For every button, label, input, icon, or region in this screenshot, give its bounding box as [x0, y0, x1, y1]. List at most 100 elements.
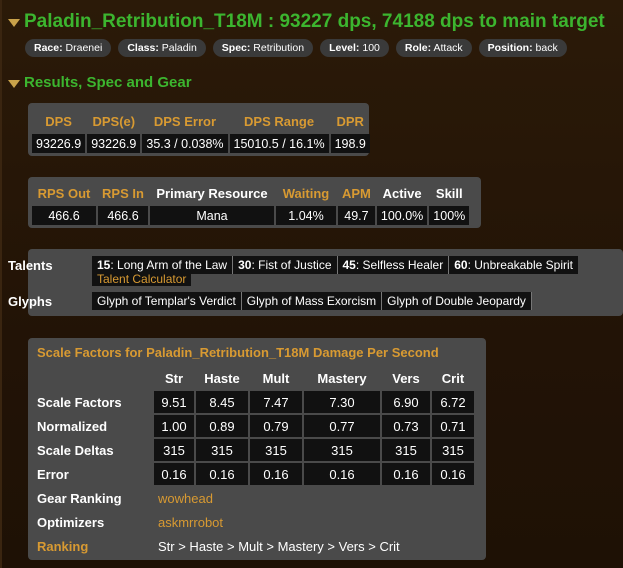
sf-cell: 0.73: [382, 415, 430, 437]
collapse-triangle-icon[interactable]: [8, 19, 20, 27]
sf-cell: 6.90: [382, 391, 430, 413]
skill-value: 100%: [429, 206, 470, 225]
sf-cell: 315: [250, 439, 302, 461]
primary-resource-header: Primary Resource: [156, 185, 268, 201]
glyph-item[interactable]: Glyph of Mass Exorcism: [242, 292, 383, 310]
talent-name: : Selfless Healer: [355, 258, 444, 272]
dps-table: DPS DPS(e) DPS Error DPS Range DPR 93226…: [30, 108, 372, 155]
sf-cell: 0.16: [382, 463, 430, 485]
apm-header: APM: [342, 185, 371, 201]
skill-header: Skill: [435, 185, 463, 201]
param-position: Position: back: [478, 39, 567, 57]
rps-out-header: RPS Out: [37, 185, 91, 201]
talent-60[interactable]: 60: Unbreakable Spirit: [449, 256, 578, 274]
talent-name: : Unbreakable Spirit: [467, 258, 573, 272]
talent-tier: 30: [238, 258, 252, 272]
askmrrobot-link[interactable]: askmrrobot: [154, 511, 474, 533]
sf-cell: 315: [196, 439, 248, 461]
sf-cell: 0.16: [250, 463, 302, 485]
sf-header-row: Str Haste Mult Mastery Vers Crit: [32, 367, 474, 389]
param-key: Role:: [404, 42, 432, 54]
rps-out-value: 466.6: [32, 206, 96, 225]
talent-tier: 45: [342, 258, 356, 272]
sf-cell: 315: [304, 439, 380, 461]
param-key: Class:: [127, 42, 159, 54]
param-level: Level: 100: [320, 39, 389, 57]
gear-ranking-label: Gear Ranking: [37, 490, 122, 506]
talents-label: Talents: [8, 258, 53, 273]
sf-cell: 0.89: [196, 415, 248, 437]
sf-cell: 0.77: [304, 415, 380, 437]
param-value: Retribution: [253, 42, 305, 54]
glyphs-label: Glyphs: [8, 294, 53, 309]
param-value: 100: [362, 42, 380, 54]
collapse-triangle-icon[interactable]: [8, 79, 20, 88]
talent-30[interactable]: 30: Fist of Justice: [233, 256, 338, 274]
dps-error-header: DPS Error: [153, 113, 217, 129]
glyph-item[interactable]: Glyph of Templar's Verdict: [92, 292, 242, 310]
param-value: back: [535, 42, 558, 54]
dpr-value: 198.9: [330, 134, 370, 153]
param-spec: Spec: Retribution: [212, 39, 314, 57]
sf-cell: 0.16: [432, 463, 474, 485]
sf-col-mult: Mult: [262, 370, 290, 386]
sf-row-scale-factors: Scale Factors 9.51 8.45 7.47 7.30 6.90 6…: [32, 391, 474, 413]
sf-row-ranking: Ranking Str > Haste > Mult > Mastery > V…: [32, 535, 474, 557]
section-results-text[interactable]: Results, Spec and Gear: [24, 74, 192, 91]
section-results-title[interactable]: Results, Spec and Gear: [8, 74, 192, 91]
rps-in-header: RPS In: [102, 185, 144, 201]
sf-col-vers: Vers: [392, 370, 420, 386]
dpse-header: DPS(e): [92, 113, 136, 129]
sf-row-optimizers: Optimizers askmrrobot: [32, 511, 474, 533]
param-value: Attack: [433, 42, 463, 54]
param-class: Class: Paladin: [118, 39, 206, 57]
apm-value: 49.7: [338, 206, 375, 225]
sf-cell: 315: [432, 439, 474, 461]
resource-table-panel: RPS Out RPS In Primary Resource Waiting …: [28, 177, 481, 228]
sf-cell: 7.47: [250, 391, 302, 413]
sf-corner: [32, 367, 152, 389]
glyphs-row: Glyph of Templar's Verdict Glyph of Mass…: [92, 292, 532, 310]
active-header: Active: [382, 185, 422, 201]
ranking-value: Str > Haste > Mult > Mastery > Vers > Cr…: [158, 538, 400, 554]
talent-calculator-link[interactable]: Talent Calculator: [92, 272, 192, 286]
sf-row-label: Normalized: [37, 418, 108, 434]
sf-row-label: Scale Factors: [37, 394, 122, 410]
param-role: Role: Attack: [395, 39, 472, 57]
dps-range-value: 15010.5 / 16.1%: [229, 134, 329, 153]
scale-factors-title: Scale Factors for Paladin_Retribution_T1…: [37, 345, 439, 360]
player-title-text[interactable]: Paladin_Retribution_T18M : 93227 dps, 74…: [24, 11, 605, 33]
sf-col-str: Str: [164, 370, 184, 386]
talent-name: : Long Arm of the Law: [110, 258, 228, 272]
talent-name: : Fist of Justice: [251, 258, 332, 272]
sf-row-label: Scale Deltas: [37, 442, 114, 458]
param-value: Paladin: [161, 42, 197, 54]
param-key: Race:: [34, 42, 63, 54]
sf-row-gear-ranking: Gear Ranking wowhead: [32, 487, 474, 509]
sf-col-crit: Crit: [441, 370, 465, 386]
dps-header: DPS: [45, 113, 72, 129]
rps-in-value: 466.6: [98, 206, 148, 225]
sf-cell: 315: [382, 439, 430, 461]
resource-header-row: RPS Out RPS In Primary Resource Waiting …: [32, 182, 469, 204]
sf-cell: 0.16: [154, 463, 194, 485]
resource-value-row: 466.6 466.6 Mana 1.04% 49.7 100.0% 100%: [32, 206, 470, 225]
sf-cell: 8.45: [196, 391, 248, 413]
glyph-item[interactable]: Glyph of Double Jeopardy: [382, 292, 532, 310]
sf-cell: 0.16: [304, 463, 380, 485]
dps-table-panel: DPS DPS(e) DPS Error DPS Range DPR 93226…: [28, 103, 372, 156]
sf-row-normalized: Normalized 1.00 0.89 0.79 0.77 0.73 0.71: [32, 415, 474, 437]
talent-tier: 60: [454, 258, 468, 272]
sf-cell: 9.51: [154, 391, 194, 413]
sf-cell: 7.30: [304, 391, 380, 413]
sf-cell: 6.72: [432, 391, 474, 413]
dpr-header: DPR: [336, 113, 364, 129]
wowhead-link[interactable]: wowhead: [154, 487, 474, 509]
player-title[interactable]: Paladin_Retribution_T18M : 93227 dps, 74…: [8, 11, 605, 33]
talent-45[interactable]: 45: Selfless Healer: [338, 256, 450, 274]
param-key: Spec:: [221, 42, 251, 54]
player-params: Race: Draenei Class: Paladin Spec: Retri…: [25, 39, 567, 57]
dps-error-value: 35.3 / 0.038%: [142, 134, 228, 153]
optimizers-label: Optimizers: [37, 514, 105, 530]
sf-cell: 315: [154, 439, 194, 461]
